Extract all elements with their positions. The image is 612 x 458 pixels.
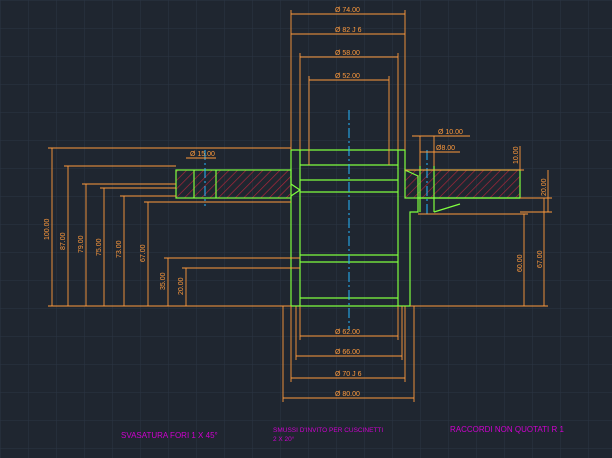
dim-d70j6: Ø 70 J 6 — [335, 371, 362, 378]
dim-h100: 100.00 — [44, 218, 51, 240]
note-bearing-chamfer-line1: SMUSSI D'INVITO PER CUSCINETTI — [273, 427, 383, 434]
dim-d52: Ø 52.00 — [335, 73, 360, 80]
dim-h67: 67.00 — [140, 244, 147, 262]
note-chamfer-holes: SVASATURA FORI 1 X 45° — [121, 431, 218, 440]
dim-d8: Ø8.00 — [436, 145, 455, 152]
dim-d58: Ø 58.00 — [335, 50, 360, 57]
dim-d66: Ø 66.00 — [335, 349, 360, 356]
dim-d82j6: Ø 82 J 6 — [335, 27, 362, 34]
dim-h20: 20.00 — [178, 277, 185, 295]
note-fillets: RACCORDI NON QUOTATI R 1 — [450, 425, 564, 434]
note-bearing-chamfer-line2: 2 X 20° — [273, 435, 295, 443]
background-grid — [0, 0, 612, 458]
dim-r10: 10.00 — [513, 146, 520, 164]
dim-d80: Ø 80.00 — [335, 391, 360, 398]
dim-h35: 35.00 — [160, 272, 167, 290]
dim-r20: 20.00 — [541, 178, 548, 196]
dim-h79: 79.00 — [78, 235, 85, 253]
dim-d74: Ø 74.00 — [335, 7, 360, 14]
dim-h73: 73.00 — [116, 240, 123, 258]
dim-d15: Ø 15.00 — [190, 151, 215, 158]
cad-drawing-canvas: Ø 74.00 Ø 82 J 6 Ø 58.00 Ø 52.00 Ø 10.00… — [0, 0, 612, 458]
dim-h87: 87.00 — [60, 232, 67, 250]
dim-d10: Ø 10.00 — [438, 129, 463, 136]
dim-r67: 67.00 — [537, 250, 544, 268]
dim-d62: Ø 62.00 — [335, 329, 360, 336]
dim-r60: 60.00 — [517, 254, 524, 272]
dim-h75: 75.00 — [96, 238, 103, 256]
technical-drawing: Ø 74.00 Ø 82 J 6 Ø 58.00 Ø 52.00 Ø 10.00… — [0, 0, 612, 458]
